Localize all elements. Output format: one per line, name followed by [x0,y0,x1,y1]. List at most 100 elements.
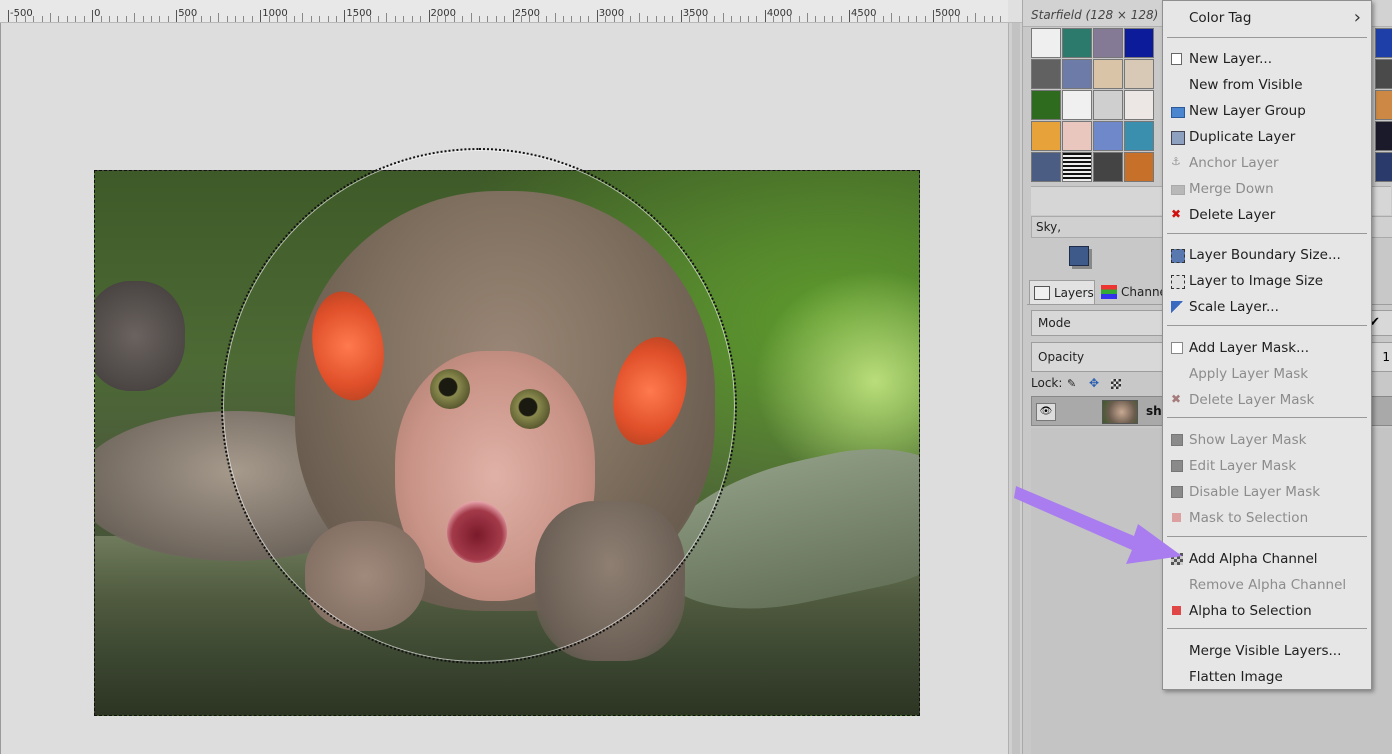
menu-item-label: New from Visible [1189,77,1303,93]
merge-down-icon [1171,185,1185,195]
menu-item-color-tag[interactable]: Color Tag › [1163,5,1371,31]
pattern-swatch[interactable] [1093,152,1123,182]
pattern-swatch[interactable] [1124,59,1154,89]
menu-item-new-from-visible[interactable]: New from Visible [1163,72,1371,98]
pattern-swatch[interactable] [1062,28,1092,58]
menu-item-label: Show Layer Mask [1189,432,1307,448]
pattern-swatch[interactable] [1124,90,1154,120]
menu-item-new-layer-group[interactable]: New Layer Group [1163,98,1371,124]
ruler-minor-tick [487,16,489,22]
pattern-swatch[interactable] [1124,28,1154,58]
menu-item-layer-to-image-size[interactable]: Layer to Image Size [1163,268,1371,294]
ruler-minor-tick [924,16,926,22]
pattern-swatch[interactable] [1375,59,1392,89]
ruler-minor-tick [352,16,354,22]
ruler-minor-tick [218,13,220,22]
menu-item-merge-down[interactable]: Merge Down [1163,176,1371,202]
ruler-minor-tick [50,13,52,22]
menu-item-alpha-to-selection[interactable]: Alpha to Selection [1163,598,1371,624]
pattern-swatch[interactable] [1031,90,1061,120]
menu-item-label: Delete Layer Mask [1189,392,1315,408]
ruler-minor-tick [150,16,152,22]
ruler-label: 2000 [430,8,456,19]
ruler-minor-tick [706,16,708,22]
menu-item-edit-layer-mask[interactable]: Edit Layer Mask [1163,453,1371,479]
menu-item-remove-alpha-channel[interactable]: Remove Alpha Channel [1163,572,1371,598]
ruler-minor-tick [714,16,716,22]
pattern-swatch[interactable] [1031,28,1061,58]
pattern-swatch[interactable] [1375,90,1392,120]
pattern-grid-overflow [1375,28,1392,182]
menu-item-merge-visible-layers[interactable]: Merge Visible Layers... [1163,638,1371,664]
menu-item-show-layer-mask[interactable]: Show Layer Mask [1163,427,1371,453]
ruler-major-tick [596,10,598,22]
menu-item-label: Layer to Image Size [1189,273,1324,289]
menu-item-duplicate-layer[interactable]: Duplicate Layer [1163,124,1371,150]
menu-item-delete-layer-mask[interactable]: ✖ Delete Layer Mask [1163,387,1371,413]
ruler-minor-tick [722,13,724,22]
ruler-label: -500 [10,8,33,19]
pattern-swatch[interactable] [1062,90,1092,120]
menu-item-scale-layer[interactable]: Scale Layer... [1163,294,1371,320]
pattern-swatch[interactable] [1031,59,1061,89]
pattern-swatch[interactable] [1375,28,1392,58]
pattern-swatch[interactable] [1031,121,1061,151]
scale-layer-icon [1171,301,1183,313]
pattern-swatch[interactable] [1093,121,1123,151]
pattern-swatch[interactable] [1124,152,1154,182]
layer-thumbnail [1102,400,1138,424]
pattern-swatch[interactable] [1124,121,1154,151]
lock-alpha-icon[interactable] [1111,379,1121,389]
menu-item-layer-boundary-size[interactable]: Layer Boundary Size... [1163,242,1371,268]
pattern-swatch[interactable] [1031,152,1061,182]
ruler-minor-tick [773,16,775,22]
menu-item-add-layer-mask[interactable]: Add Layer Mask... [1163,335,1371,361]
menu-item-label: Apply Layer Mask [1189,366,1309,382]
ruler-minor-tick [882,16,884,22]
vertical-scrollbar[interactable] [1008,23,1023,754]
pattern-swatch[interactable] [1093,28,1123,58]
menu-item-label: Flatten Image [1189,669,1283,685]
ruler-minor-tick [33,16,35,22]
menu-item-label: Remove Alpha Channel [1189,577,1347,593]
ruler-minor-tick [781,16,783,22]
pattern-swatch[interactable] [1375,121,1392,151]
eye-icon[interactable]: 👁 [1036,403,1056,421]
ruler-minor-tick [891,13,893,22]
menu-item-add-alpha-channel[interactable]: Add Alpha Channel [1163,546,1371,572]
ruler-minor-tick [621,16,623,22]
ruler-minor-tick [445,16,447,22]
pattern-swatch[interactable] [1093,90,1123,120]
pattern-swatch[interactable] [1062,121,1092,151]
ruler-minor-tick [613,16,615,22]
ruler-major-tick [92,10,94,22]
ruler-minor-tick [907,16,909,22]
menu-item-delete-layer[interactable]: ✖ Delete Layer [1163,202,1371,228]
lock-position-icon[interactable]: ✥ [1089,376,1099,390]
menu-item-apply-layer-mask[interactable]: Apply Layer Mask [1163,361,1371,387]
ruler-minor-tick [697,16,699,22]
ruler-major-tick [512,10,514,22]
menu-item-anchor-layer[interactable]: ⚓ Anchor Layer [1163,150,1371,176]
pattern-swatch[interactable] [1093,59,1123,89]
pattern-swatch[interactable] [1375,152,1392,182]
ellipse-selection[interactable] [221,148,737,664]
horizontal-ruler[interactable]: -500 0 500 1000 1500 2000 2500 3000 3500 4000 4500… [0,0,1008,23]
menu-item-flatten-image[interactable]: Flatten Image [1163,664,1371,690]
pattern-swatch[interactable] [1062,59,1092,89]
menu-item-label: Edit Layer Mask [1189,458,1297,474]
lock-paint-icon[interactable]: ✎ [1067,377,1076,390]
open-as-image-icon[interactable] [1069,246,1089,266]
menu-item-mask-to-selection[interactable]: Mask to Selection [1163,505,1371,531]
ruler-minor-tick [840,16,842,22]
ruler-minor-tick [159,16,161,22]
navigate-icon[interactable] [1008,0,1022,23]
menu-item-disable-layer-mask[interactable]: Disable Layer Mask [1163,479,1371,505]
ruler-minor-tick [142,16,144,22]
menu-item-label: Add Layer Mask... [1189,340,1310,356]
tab-layers[interactable]: Layers [1029,280,1095,304]
image-canvas[interactable] [0,23,1009,754]
menu-item-new-layer[interactable]: New Layer... [1163,46,1371,72]
scrollbar-thumb[interactable] [1012,23,1020,754]
pattern-swatch[interactable] [1062,152,1092,182]
